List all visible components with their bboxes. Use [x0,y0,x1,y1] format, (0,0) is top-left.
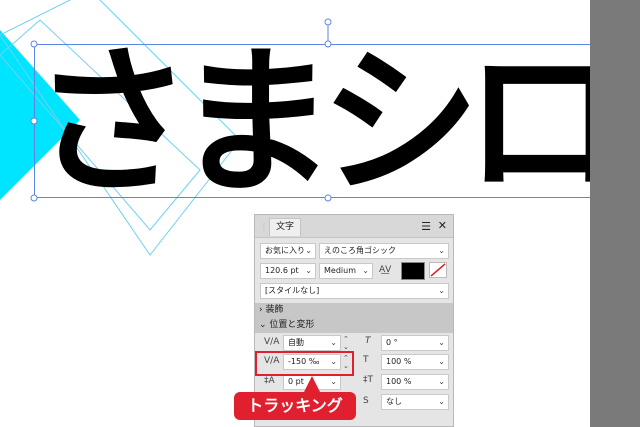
section-position-transform-label: 位置と変形 [269,320,315,330]
kerning-value: 自動 [288,338,304,347]
vertical-scale-value: 100 % [386,377,412,386]
chevron-down-icon: ⌄ [330,377,337,386]
tracking-callout: トラッキング [234,392,356,420]
style-dropdown[interactable]: [スタイルなし] ⌄ [260,283,449,299]
font-weight-value: Medium [324,266,356,275]
chevron-down-icon: ⌄ [438,377,445,386]
section-decoration-label: 装飾 [265,305,284,315]
stepper-icon[interactable]: ⌃ ⌄ [343,335,349,351]
baseline-value: 0 pt [288,377,304,386]
chevron-down-icon: ⌄ [259,320,267,330]
kerning-icon: V/A [264,337,280,347]
kerning-dropdown[interactable]: 自動 ⌄ [283,335,341,351]
chevron-down-icon: ⌄ [438,357,445,366]
stroke-none-swatch[interactable] [429,262,447,278]
tracking-highlight-box [255,351,354,376]
baseline-icon: ‡A [264,376,275,386]
case-icon: S [363,396,369,406]
panel-header: ⋮⋮ 文字 ☰ ✕ [255,215,453,238]
favorites-label: お気に入り [265,246,305,255]
character-options-icon[interactable]: A͟V [379,265,391,275]
font-size-value: 120.6 pt [265,266,299,275]
case-value: なし [386,397,402,406]
chevron-down-icon: ⌄ [362,266,369,275]
tab-character[interactable]: 文字 [269,218,302,236]
case-dropdown[interactable]: なし ⌄ [381,394,449,410]
skew-dropdown[interactable]: 0 ° ⌄ [381,335,449,351]
chevron-down-icon: ⌄ [305,246,312,255]
horizontal-scale-icon: T [363,355,369,365]
close-icon[interactable]: ✕ [438,219,447,232]
font-weight-dropdown[interactable]: Medium ⌄ [319,263,373,279]
vertical-scale-dropdown[interactable]: 100 % ⌄ [381,374,449,390]
favorites-dropdown[interactable]: お気に入り ⌄ [260,243,316,259]
chevron-down-icon: ⌄ [330,338,337,347]
chevron-right-icon: › [259,305,263,315]
section-position-transform[interactable]: ⌄ 位置と変形 [255,318,453,333]
grey-background-strip [590,0,640,427]
selection-handles[interactable] [0,0,640,220]
font-family-value: えのころ角ゴシック [324,246,396,255]
horizontal-scale-value: 100 % [386,357,412,366]
fill-color-swatch[interactable] [401,262,425,280]
chevron-down-icon: ⌄ [438,338,445,347]
skew-value: 0 ° [386,338,398,347]
style-value: [スタイルなし] [265,286,320,295]
chevron-down-icon: ⌄ [305,266,312,275]
vertical-scale-icon: ‡T [363,375,373,385]
skew-icon: T [365,336,371,346]
font-family-dropdown[interactable]: えのころ角ゴシック ⌄ [319,243,449,259]
chevron-down-icon: ⌄ [438,397,445,406]
menu-icon[interactable]: ☰ [421,220,431,233]
section-decoration[interactable]: › 装飾 [255,303,453,318]
chevron-down-icon: ⌄ [438,246,445,255]
callout-pointer [304,376,320,392]
font-size-dropdown[interactable]: 120.6 pt ⌄ [260,263,316,279]
chevron-down-icon: ⌄ [438,286,445,295]
horizontal-scale-dropdown[interactable]: 100 % ⌄ [381,354,449,370]
